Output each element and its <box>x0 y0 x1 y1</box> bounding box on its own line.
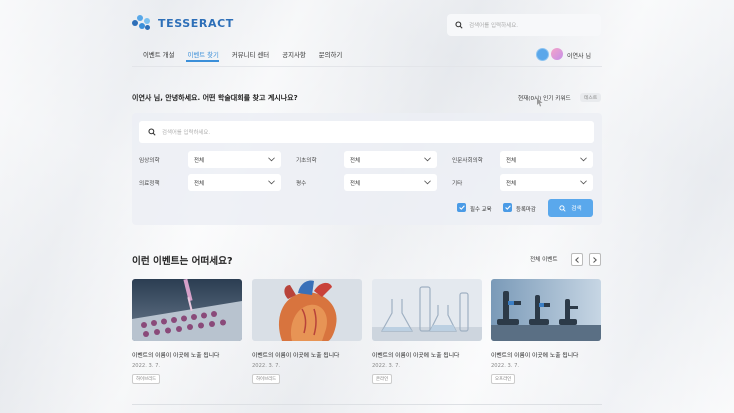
event-date: 2022. 3. 7. <box>491 363 520 369</box>
filter-value: 전체 <box>506 157 516 164</box>
nav-item-notice[interactable]: 공지사항 <box>282 50 306 59</box>
popular-keywords-label: 현재(0시) 인기 키워드 <box>518 96 571 102</box>
filter-label-etc: 기타 <box>452 181 463 187</box>
filter-value: 전체 <box>194 180 204 187</box>
filter-value: 전체 <box>350 180 360 187</box>
filter-label-humanities: 인문사회의학 <box>452 158 483 164</box>
chevron-down-icon <box>424 157 431 162</box>
header-search-placeholder: 검색어를 입력하세요. <box>469 23 519 29</box>
footer-divider <box>132 404 602 405</box>
checkbox-label-required-education: 필수 교육 <box>470 207 492 213</box>
chevron-left-icon <box>575 256 579 263</box>
popular-keyword-tag[interactable]: 테스트 <box>580 93 602 102</box>
event-image-heart[interactable] <box>252 279 362 341</box>
chevron-down-icon <box>268 180 275 185</box>
chevron-down-icon <box>268 157 275 162</box>
event-title[interactable]: 이벤트의 이름이 이곳에 노출 됩니다 <box>132 350 219 359</box>
notification-icon[interactable] <box>536 48 549 61</box>
event-date: 2022. 3. 7. <box>372 363 401 369</box>
event-tag: 하이브리드 <box>132 374 161 384</box>
checkbox-label-registration-closed: 등록마감 <box>516 207 536 213</box>
filter-label-policy: 의료정책 <box>139 181 160 187</box>
header-divider <box>132 66 602 67</box>
filter-label-required: 평수 <box>296 181 307 187</box>
check-icon <box>458 205 465 210</box>
search-icon <box>455 21 463 29</box>
event-tag: 오프라인 <box>491 374 516 384</box>
filter-select-basic[interactable]: 전체 <box>344 151 437 168</box>
event-tag: 온라인 <box>372 374 393 384</box>
filter-select-required[interactable]: 전체 <box>344 174 437 191</box>
event-title[interactable]: 이벤트의 이름이 이곳에 노출 됩니다 <box>372 350 459 359</box>
search-button[interactable]: 검색 <box>548 199 593 217</box>
cursor-icon <box>537 98 543 107</box>
check-icon <box>504 205 511 210</box>
nav-item-contact[interactable]: 문의하기 <box>319 50 343 59</box>
event-date: 2022. 3. 7. <box>252 363 281 369</box>
search-icon <box>148 128 156 136</box>
header-search-input[interactable]: 검색어를 입력하세요. <box>447 14 601 36</box>
checkbox-registration-closed[interactable] <box>503 203 512 212</box>
section-title: 이런 이벤트는 어떠세요? <box>132 256 233 267</box>
filter-select-etc[interactable]: 전체 <box>500 174 593 191</box>
checkbox-required-education[interactable] <box>457 203 466 212</box>
main-nav: 이벤트 개설 이벤트 찾기 커뮤니티 센터 공지사항 문의하기 <box>143 50 355 59</box>
logo[interactable]: TESSERACT <box>132 15 234 31</box>
prev-button[interactable] <box>571 253 583 266</box>
event-search-input[interactable]: 검색어를 입력하세요. <box>139 121 594 143</box>
next-button[interactable] <box>589 253 601 266</box>
logo-icon <box>132 15 152 31</box>
all-events-link[interactable]: 전체 이벤트 <box>530 255 558 263</box>
event-image-microscopes[interactable] <box>491 279 601 341</box>
search-icon <box>559 204 566 212</box>
nav-item-create-event[interactable]: 이벤트 개설 <box>143 50 174 59</box>
chevron-down-icon <box>580 157 587 162</box>
filter-value: 전체 <box>506 180 516 187</box>
filter-label-clinical: 임상의학 <box>139 158 160 164</box>
event-title[interactable]: 이벤트의 이름이 이곳에 노출 됩니다 <box>491 350 578 359</box>
greeting-text: 이연사 님, 안녕하세요. 어떤 학술대회를 찾고 계시나요? <box>132 94 298 102</box>
chevron-right-icon <box>593 256 597 263</box>
event-title[interactable]: 이벤트의 이름이 이곳에 노출 됩니다 <box>252 350 339 359</box>
filter-value: 전체 <box>194 157 204 164</box>
event-image-glassware[interactable] <box>372 279 482 341</box>
event-date: 2022. 3. 7. <box>132 363 161 369</box>
chevron-down-icon <box>424 180 431 185</box>
active-nav-indicator <box>186 60 219 62</box>
filter-select-clinical[interactable]: 전체 <box>188 151 281 168</box>
filter-select-policy[interactable]: 전체 <box>188 174 281 191</box>
avatar[interactable] <box>551 48 563 60</box>
search-button-label: 검색 <box>571 206 582 212</box>
username[interactable]: 이연사 님 <box>567 51 591 60</box>
nav-item-find-event[interactable]: 이벤트 찾기 <box>187 50 218 59</box>
nav-item-community[interactable]: 커뮤니티 센터 <box>232 50 269 59</box>
chevron-down-icon <box>580 180 587 185</box>
logo-text: TESSERACT <box>158 16 234 30</box>
filter-select-humanities[interactable]: 전체 <box>500 151 593 168</box>
filter-label-basic: 기초의학 <box>296 158 317 164</box>
event-search-placeholder: 검색어를 입력하세요. <box>162 130 211 136</box>
filter-value: 전체 <box>350 157 360 164</box>
event-tag: 하이브리드 <box>252 374 281 384</box>
event-image-lab-pipette[interactable] <box>132 279 242 341</box>
